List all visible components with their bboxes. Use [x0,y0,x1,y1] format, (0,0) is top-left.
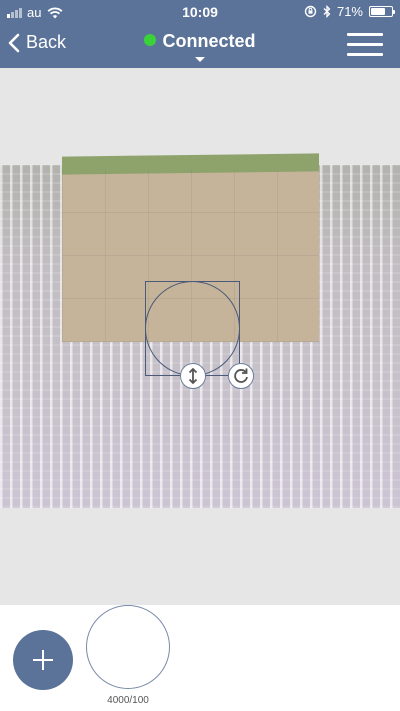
connection-status[interactable]: Connected [0,31,400,62]
top-bar: au 10:09 71% Back Connected [0,0,400,68]
resize-vertical-icon [188,367,198,385]
nav-bar: Back Connected [0,24,400,68]
resize-handle[interactable] [180,363,206,389]
preset-item[interactable]: 4000/100 [86,605,170,706]
connection-label: Connected [162,31,256,51]
status-bar: au 10:09 71% [0,0,400,24]
orientation-lock-icon [304,5,317,18]
battery-percent: 71% [336,4,363,19]
bottom-panel: 4000/100 [0,605,400,711]
rotate-handle[interactable] [228,363,254,389]
add-button[interactable] [13,630,73,690]
connected-dot-icon [144,34,157,46]
bluetooth-icon [323,5,331,18]
rotate-icon [234,368,248,383]
caret-down-icon [195,57,205,62]
circle-design[interactable] [145,281,240,376]
hamburger-icon [347,33,383,36]
preset-label: 4000/100 [107,695,149,706]
battery-icon [369,6,395,17]
menu-button[interactable] [347,32,383,58]
battery-fill [371,8,385,15]
status-right: 71% [304,4,395,19]
preset-circle-thumbnail [86,605,170,689]
